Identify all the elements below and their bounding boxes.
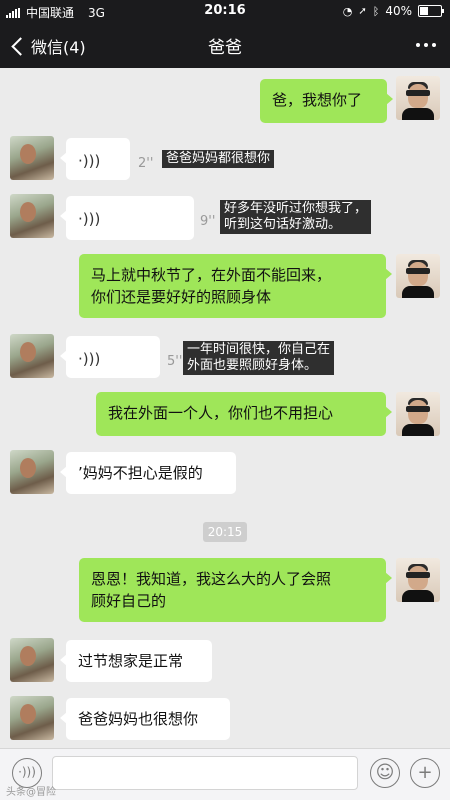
plus-icon[interactable]: + xyxy=(410,758,440,788)
caption-line: 外面也要照顾好身体。 xyxy=(187,358,318,373)
more-button[interactable] xyxy=(416,43,436,47)
avatar-self[interactable] xyxy=(396,254,440,298)
bluetooth-icon: ᛒ xyxy=(372,4,380,18)
caption-line: 听到这句话好激动。 xyxy=(224,217,342,232)
chat-title: 爸爸 xyxy=(208,38,242,58)
voice-message[interactable]: ·))) xyxy=(60,138,130,180)
voice-caption: 一年时间很快，你自己在 外面也要照顾好身体。 xyxy=(183,341,335,375)
message-text: 恩恩！我知道，我这么大的人了会照 xyxy=(91,570,332,588)
nav-bar: 微信(4) 爸爸 xyxy=(0,22,450,68)
message-bubble-sent[interactable]: 恩恩！我知道，我这么大的人了会照 顾好自己的 xyxy=(79,558,392,622)
status-bar: 中国联通 3G 20:16 ◔ ➚ ᛒ 40% xyxy=(0,0,450,22)
avatar-self[interactable] xyxy=(396,392,440,436)
message-text: 我在外面一个人，你们也不用担心 xyxy=(108,404,334,422)
message-bubble-received[interactable]: 爸爸妈妈也很想你 xyxy=(60,698,230,740)
message-text: 爸爸妈妈也很想你 xyxy=(78,710,199,728)
message-input[interactable] xyxy=(52,756,358,790)
more-dot-icon xyxy=(432,43,436,47)
emoji-face-icon[interactable]: ☺ xyxy=(370,758,400,788)
more-dot-icon xyxy=(416,43,420,47)
more-dot-icon xyxy=(424,43,428,47)
avatar-self[interactable] xyxy=(396,558,440,602)
message-bubble-received[interactable]: ’妈妈不担心是假的 xyxy=(60,452,236,494)
avatar-self[interactable] xyxy=(396,76,440,120)
avatar-dad[interactable] xyxy=(10,194,54,238)
input-bar: ·))) ☺ + xyxy=(0,748,450,800)
avatar-dad[interactable] xyxy=(10,696,54,740)
chat-area[interactable]: 爸，我想你了 ·))) 2'' 爸爸妈妈都很想你 ·))) 9'' 好多年没听过… xyxy=(0,68,450,748)
voice-wave-icon: ·))) xyxy=(78,210,101,228)
voice-duration: 9'' xyxy=(200,214,216,229)
avatar-dad[interactable] xyxy=(10,334,54,378)
message-text: 爸，我想你了 xyxy=(272,91,363,109)
message-text: 你们还是要好好的照顾身体 xyxy=(91,288,272,306)
message-bubble-sent[interactable]: 爸，我想你了 xyxy=(260,79,393,123)
voice-wave-icon: ·))) xyxy=(78,350,101,368)
voice-message[interactable]: ·))) xyxy=(60,336,160,378)
status-right: ◔ ➚ ᛒ 40% xyxy=(342,4,444,18)
battery-icon xyxy=(418,5,444,17)
message-bubble-sent[interactable]: 马上就中秋节了，在外面不能回来， 你们还是要好好的照顾身体 xyxy=(79,254,392,318)
location-icon: ➚ xyxy=(358,5,367,17)
message-text: 马上就中秋节了，在外面不能回来， xyxy=(91,266,332,284)
voice-wave-icon: ·))) xyxy=(78,152,101,170)
caption-line: 一年时间很快，你自己在 xyxy=(187,342,331,357)
watermark: 头条@冒险 xyxy=(6,787,56,798)
avatar-dad[interactable] xyxy=(10,450,54,494)
alarm-icon: ◔ xyxy=(342,4,353,18)
caption-line: 好多年没听过你想我了， xyxy=(224,201,368,216)
battery-percent: 40% xyxy=(385,4,412,18)
voice-duration: 2'' xyxy=(138,156,154,171)
avatar-dad[interactable] xyxy=(10,136,54,180)
message-bubble-sent[interactable]: 我在外面一个人，你们也不用担心 xyxy=(96,392,392,436)
message-text: ’妈妈不担心是假的 xyxy=(78,464,203,482)
message-bubble-received[interactable]: 过节想家是正常 xyxy=(60,640,212,682)
voice-duration: 5'' xyxy=(167,354,183,369)
voice-caption: 爸爸妈妈都很想你 xyxy=(162,150,275,168)
voice-caption: 好多年没听过你想我了， 听到这句话好激动。 xyxy=(220,200,372,234)
timestamp-divider: 20:15 xyxy=(203,522,247,542)
message-text: 过节想家是正常 xyxy=(78,652,184,670)
avatar-dad[interactable] xyxy=(10,638,54,682)
voice-message[interactable]: ·))) xyxy=(60,196,194,240)
message-text: 顾好自己的 xyxy=(91,592,167,610)
